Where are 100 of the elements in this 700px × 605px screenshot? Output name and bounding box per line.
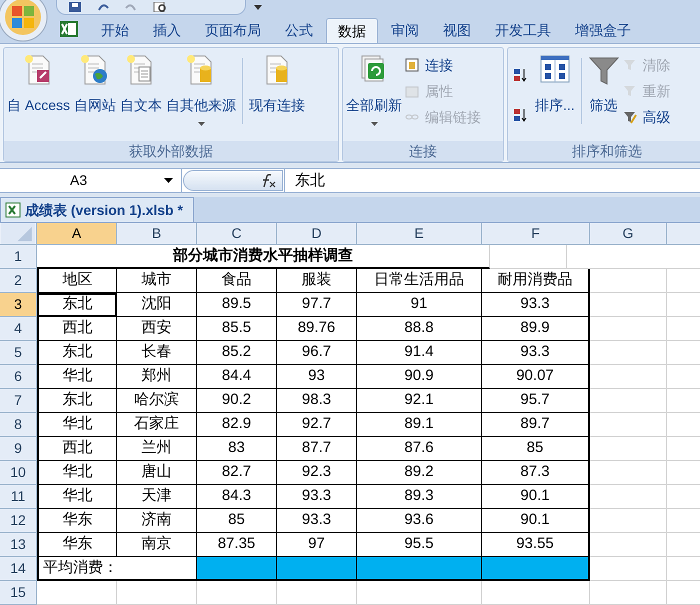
table-title: 部分城市消费水平抽样调查 (37, 245, 490, 269)
table-cell: 89.9 (482, 317, 590, 341)
row-header[interactable]: 10 (0, 461, 37, 485)
ribbon-button[interactable]: 自文本 (119, 54, 164, 114)
row-header[interactable]: 5 (0, 341, 37, 365)
sort-ascending-icon (514, 68, 528, 82)
formula-field[interactable]: 东北 (284, 169, 700, 192)
ribbon-button[interactable]: 自其他来源 (165, 54, 238, 126)
row-header[interactable]: 15 (0, 581, 37, 605)
ribbon-tab[interactable]: 数据 (326, 18, 378, 43)
table-cell: 85 (197, 509, 277, 533)
ribbon-button[interactable]: 排序... (534, 54, 576, 114)
table-cell: 84.3 (197, 485, 277, 509)
table-cell: 88.8 (357, 317, 482, 341)
ribbon-tab[interactable]: 公式 (274, 18, 324, 43)
table-cell: 82.9 (197, 413, 277, 437)
ribbon-button[interactable]: 自网站 (73, 54, 118, 114)
ribbon-tab[interactable]: 开始 (90, 18, 140, 43)
column-header[interactable]: A (37, 223, 117, 245)
table-cell: 91.4 (357, 341, 482, 365)
table-cell: 87.6 (357, 437, 482, 461)
row-header[interactable]: 4 (0, 317, 37, 341)
advanced-filter-icon (622, 110, 637, 124)
column-header[interactable]: G (590, 223, 667, 245)
table-cell: 89.1 (357, 413, 482, 437)
group-label: 获取外部数据 (4, 141, 338, 161)
ribbon-tab[interactable]: 插入 (142, 18, 192, 43)
table-cell: 92.1 (357, 389, 482, 413)
ribbon-tab[interactable]: 开发工具 (484, 18, 562, 43)
ribbon-tab[interactable]: 页面布局 (194, 18, 272, 43)
table-cell: 85.5 (197, 317, 277, 341)
office-logo-icon[interactable] (0, 0, 48, 42)
redo-icon (125, 2, 137, 12)
table-cell: 89.76 (277, 317, 357, 341)
row-header[interactable]: 9 (0, 437, 37, 461)
table-cell: 85.2 (197, 341, 277, 365)
row-header[interactable]: 3 (0, 293, 37, 317)
row-header[interactable]: 1 (0, 245, 37, 269)
row-header[interactable]: 12 (0, 509, 37, 533)
table-cell: 98.3 (277, 389, 357, 413)
workbook-name: 成绩表 (version 1).xlsb * (25, 200, 183, 220)
table-cell: 华北 (37, 485, 117, 509)
dropdown-arrow-icon (254, 4, 262, 10)
ribbon-button[interactable]: 高级 (622, 106, 671, 128)
column-header[interactable]: B (117, 223, 197, 245)
table-cell: 兰州 (117, 437, 197, 461)
ribbon-button[interactable]: 连接 (405, 54, 481, 76)
table-cell: 天津 (117, 485, 197, 509)
table-cell: 石家庄 (117, 413, 197, 437)
row-header[interactable]: 14 (0, 557, 37, 581)
table-cell: 90.9 (357, 365, 482, 389)
column-header[interactable]: D (277, 223, 357, 245)
table-cell: 90.07 (482, 365, 590, 389)
table-cell: 97.7 (277, 293, 357, 317)
connection-icon (405, 58, 419, 72)
ribbon-tab[interactable]: 视图 (432, 18, 482, 43)
table-cell: 89.7 (482, 413, 590, 437)
save-icon (69, 2, 81, 12)
table-cell: 93.3 (277, 509, 357, 533)
row-header[interactable]: 6 (0, 365, 37, 389)
column-header[interactable]: F (482, 223, 590, 245)
table-cell: 93.6 (357, 509, 482, 533)
table-cell: 92.3 (277, 461, 357, 485)
cell-reference: A3 (70, 171, 88, 190)
undo-icon (97, 2, 109, 12)
row-header[interactable]: 11 (0, 485, 37, 509)
table-cell: 长春 (117, 341, 197, 365)
row-header[interactable]: 2 (0, 269, 37, 293)
table-cell: 东北 (37, 293, 117, 317)
ribbon-button[interactable]: 筛选 (586, 54, 621, 114)
ribbon-tab[interactable]: 审阅 (380, 18, 430, 43)
table-cell: 南京 (117, 533, 197, 557)
table-cell: 93.3 (482, 341, 590, 365)
ribbon-button[interactable]: 现有连接 (248, 54, 306, 114)
table-cell: 华北 (37, 461, 117, 485)
table-cell: 90.1 (482, 509, 590, 533)
workbook-tab[interactable]: 成绩表 (version 1).xlsb * (0, 197, 194, 222)
ribbon-tab[interactable]: 增强盒子 (564, 18, 642, 43)
table-cell: 92.7 (277, 413, 357, 437)
row-header[interactable]: 13 (0, 533, 37, 557)
table-cell: 89.5 (197, 293, 277, 317)
name-box[interactable]: A3 (0, 169, 182, 192)
row-header[interactable]: 8 (0, 413, 37, 437)
table-cell: 食品 (197, 269, 277, 293)
table-cell: 华北 (37, 413, 117, 437)
group-label: 排序和筛选 (508, 141, 700, 161)
ribbon-button[interactable]: 自 Access (6, 54, 72, 114)
dropdown-arrow-icon (198, 122, 205, 126)
column-header[interactable]: C (197, 223, 277, 245)
table-cell: 哈尔滨 (117, 389, 197, 413)
table-cell: 87.3 (482, 461, 590, 485)
table-cell: 城市 (117, 269, 197, 293)
table-cell: 89.3 (357, 485, 482, 509)
table-cell: 华北 (37, 365, 117, 389)
table-cell: 华东 (37, 533, 117, 557)
ribbon-button[interactable]: 全部刷新 (345, 54, 403, 126)
column-header[interactable]: E (357, 223, 482, 245)
row-header[interactable]: 7 (0, 389, 37, 413)
table-cell: 93.3 (482, 293, 590, 317)
group-label: 连接 (343, 141, 503, 161)
